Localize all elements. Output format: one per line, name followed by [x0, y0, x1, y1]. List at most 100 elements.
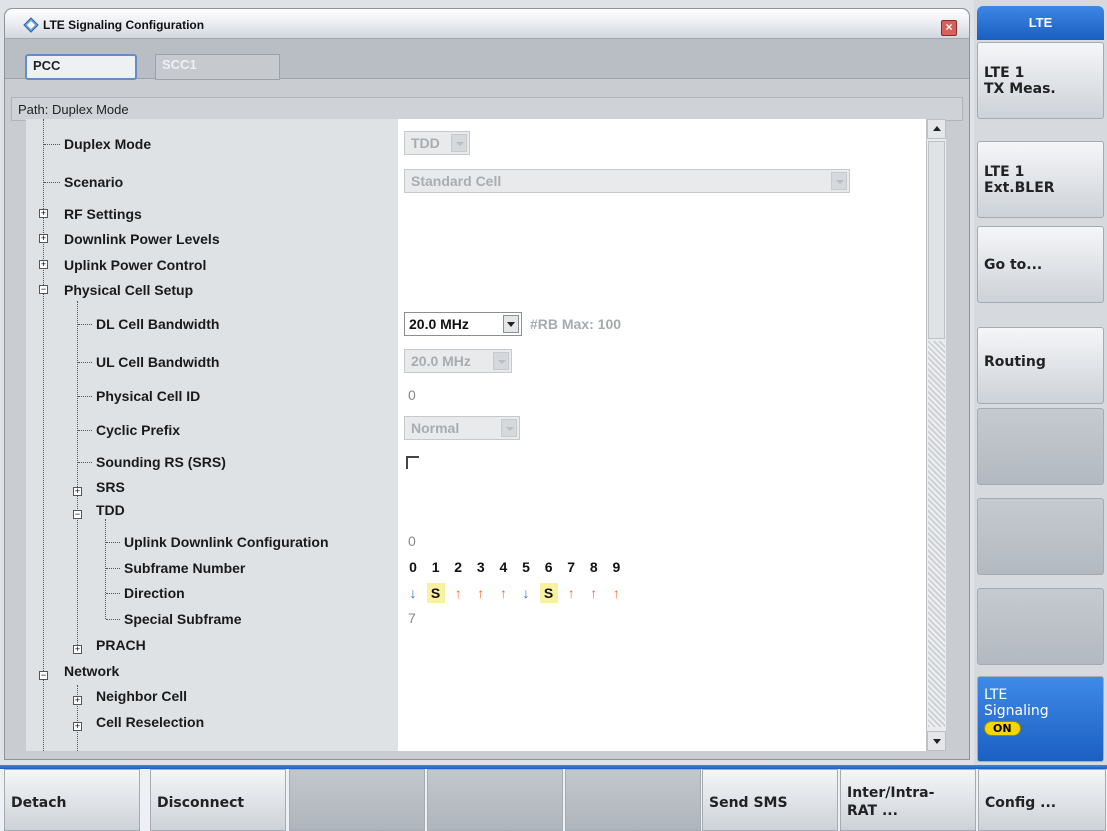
- duplex-mode-combo: TDD: [404, 131, 470, 155]
- tree-label-sounding-rs[interactable]: Sounding RS (SRS): [96, 451, 226, 473]
- cyclic-prefix-value: Normal: [411, 420, 460, 436]
- send-sms-button[interactable]: Send SMS: [702, 769, 838, 831]
- tree-branch: [78, 396, 92, 397]
- tree-label-scenario[interactable]: Scenario: [64, 171, 123, 193]
- softkey-empty-2[interactable]: [977, 498, 1104, 575]
- collapse-minus-icon[interactable]: −: [39, 285, 48, 294]
- scroll-track[interactable]: [928, 341, 945, 727]
- subframe-number-cell: 6: [544, 559, 553, 575]
- tree-label-duplex-mode[interactable]: Duplex Mode: [64, 133, 151, 155]
- scenario-value: Standard Cell: [411, 173, 502, 189]
- collapse-minus-icon[interactable]: −: [73, 510, 82, 519]
- scroll-down-arrow-icon[interactable]: [927, 731, 946, 751]
- tree-line-tdd: [105, 519, 106, 619]
- softkey-go-to[interactable]: Go to...: [977, 226, 1104, 303]
- disconnect-button[interactable]: Disconnect: [150, 769, 286, 831]
- subframe-number-cell: 1: [431, 559, 440, 575]
- chevron-down-icon[interactable]: [503, 315, 519, 333]
- bottom-empty-key-1[interactable]: [289, 769, 425, 831]
- softkey-line1: LTE: [984, 687, 1008, 703]
- softkey-line1: LTE 1: [984, 164, 1025, 180]
- expand-plus-icon[interactable]: +: [73, 722, 82, 731]
- expand-plus-icon[interactable]: +: [39, 209, 48, 218]
- app-root: LTE Signaling Configuration × PCC SCC1 P…: [0, 0, 1107, 831]
- softkey-lte-signaling[interactable]: LTE Signaling ON: [977, 676, 1104, 762]
- softkey-lte1-tx-meas[interactable]: LTE 1 TX Meas.: [977, 42, 1104, 119]
- tree-branch: [78, 362, 92, 363]
- tree-label-network[interactable]: Network: [64, 660, 119, 682]
- physical-cell-id-value: 0: [408, 387, 416, 403]
- scroll-up-arrow-icon[interactable]: [927, 119, 946, 139]
- tree-label-uplink-power-control[interactable]: Uplink Power Control: [64, 254, 206, 276]
- uplink-arrow-icon: ↑: [499, 585, 507, 601]
- collapse-minus-icon[interactable]: −: [39, 671, 48, 680]
- expand-plus-icon[interactable]: +: [39, 260, 48, 269]
- chevron-down-icon: [501, 419, 517, 437]
- tree-branch: [106, 619, 120, 620]
- subframe-number-cell: 7: [567, 559, 576, 575]
- special-subframe-cell: S: [539, 583, 558, 603]
- inter-intra-rat-button[interactable]: Inter/Intra- RAT ...: [840, 769, 976, 831]
- softkey-routing[interactable]: Routing: [977, 327, 1104, 404]
- ul-dl-config-value: 0: [408, 533, 416, 549]
- scroll-thumb[interactable]: [928, 141, 945, 339]
- tree-label-subframe-number[interactable]: Subframe Number: [124, 557, 245, 579]
- softkey-line1: Go to...: [984, 257, 1043, 273]
- bottom-empty-key-2[interactable]: [427, 769, 563, 831]
- tree-label-cell-reselection[interactable]: Cell Reselection: [96, 711, 204, 733]
- tree-branch: [78, 430, 92, 431]
- tab-scc1[interactable]: SCC1: [155, 54, 280, 80]
- subframe-number-cell: 9: [612, 559, 621, 575]
- inter-rat-line2: RAT ...: [847, 803, 898, 819]
- duplex-mode-value: TDD: [411, 135, 440, 151]
- tree-branch: [44, 182, 60, 183]
- tree-line-physical-cell: [77, 301, 78, 649]
- expand-plus-icon[interactable]: +: [73, 645, 82, 654]
- tab-pcc[interactable]: PCC: [25, 54, 137, 80]
- softkey-lte1-ext-bler[interactable]: LTE 1 Ext.BLER: [977, 141, 1104, 218]
- downlink-arrow-icon: ↓: [522, 585, 530, 601]
- tree-scrollbar[interactable]: [926, 119, 946, 751]
- chevron-down-icon: [451, 134, 467, 152]
- expand-plus-icon[interactable]: +: [73, 696, 82, 705]
- bottom-empty-key-3[interactable]: [565, 769, 701, 831]
- bottom-softkey-bar: Detach Disconnect Send SMS Inter/Intra- …: [0, 765, 1107, 831]
- tree-label-rf-settings[interactable]: RF Settings: [64, 203, 142, 225]
- title-bar[interactable]: LTE Signaling Configuration ×: [5, 9, 969, 39]
- ul-cell-bandwidth-value: 20.0 MHz: [411, 353, 471, 369]
- special-subframe-value: 7: [408, 610, 416, 626]
- cyclic-prefix-combo: Normal: [404, 416, 520, 440]
- expand-plus-icon[interactable]: +: [39, 234, 48, 243]
- chevron-down-icon: [831, 172, 847, 190]
- tree-label-direction[interactable]: Direction: [124, 582, 185, 604]
- tree-label-special-subframe[interactable]: Special Subframe: [124, 608, 242, 630]
- config-button[interactable]: Config ...: [978, 769, 1106, 831]
- tree-label-uplink-downlink-configuration[interactable]: Uplink Downlink Configuration: [124, 531, 329, 553]
- carrier-tabs: PCC SCC1: [5, 39, 969, 80]
- tree-label-srs[interactable]: SRS: [96, 476, 125, 498]
- dl-cell-bandwidth-value: 20.0 MHz: [409, 316, 469, 332]
- parameter-tree-panel: Duplex Mode TDD Scenario Standard Cell +…: [26, 119, 940, 751]
- dl-cell-bandwidth-combo[interactable]: 20.0 MHz: [404, 312, 522, 336]
- tree-label-prach[interactable]: PRACH: [96, 634, 146, 656]
- tree-label-dl-cell-bandwidth[interactable]: DL Cell Bandwidth: [96, 313, 219, 335]
- tree-label-tdd[interactable]: TDD: [96, 499, 125, 521]
- subframe-number-cell: 4: [499, 559, 508, 575]
- tree-label-cyclic-prefix[interactable]: Cyclic Prefix: [96, 419, 180, 441]
- close-button[interactable]: ×: [941, 20, 957, 36]
- tree-label-physical-cell-id[interactable]: Physical Cell ID: [96, 385, 200, 407]
- tree-label-physical-cell-setup[interactable]: Physical Cell Setup: [64, 279, 193, 301]
- detach-button[interactable]: Detach: [4, 769, 140, 831]
- softkey-empty-1[interactable]: [977, 408, 1104, 485]
- tree-label-neighbor-cell[interactable]: Neighbor Cell: [96, 685, 187, 707]
- tree-label-ul-cell-bandwidth[interactable]: UL Cell Bandwidth: [96, 351, 219, 373]
- tree-label-downlink-power-levels[interactable]: Downlink Power Levels: [64, 228, 220, 250]
- sounding-rs-checkbox[interactable]: [406, 456, 419, 469]
- subframe-number-cell: 0: [409, 559, 417, 575]
- right-softkey-panel: LTE LTE 1 TX Meas. LTE 1 Ext.BLER Go to.…: [974, 0, 1107, 765]
- signaling-on-badge: ON: [984, 721, 1021, 736]
- softkey-empty-3[interactable]: [977, 588, 1104, 665]
- uplink-arrow-icon: ↑: [477, 585, 485, 601]
- expand-plus-icon[interactable]: +: [73, 487, 82, 496]
- inter-rat-line1: Inter/Intra-: [847, 785, 935, 801]
